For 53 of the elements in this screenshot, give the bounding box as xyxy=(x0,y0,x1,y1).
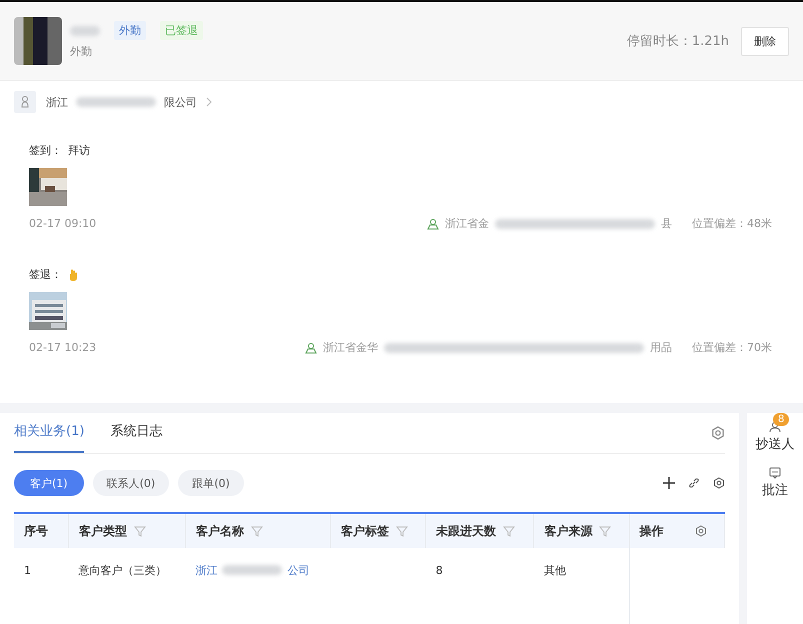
duration-text: 停留时长：1.21h xyxy=(626,33,729,50)
settings-icon xyxy=(713,477,725,489)
table-cell: 8 xyxy=(426,548,534,592)
address-text: 县 xyxy=(661,216,672,231)
settings-icon xyxy=(694,525,707,537)
deviation-text: 位置偏差：70米 xyxy=(692,340,772,355)
time-text: 02-17 09:10 xyxy=(29,217,96,230)
comment-icon xyxy=(769,467,781,479)
person-icon xyxy=(769,421,781,433)
settings-icon xyxy=(711,426,725,440)
column-header: 客户来源 xyxy=(534,513,630,548)
plus-icon xyxy=(663,477,675,489)
cc-label[interactable]: 抄送人 xyxy=(756,435,794,453)
count-badge: 8 xyxy=(773,413,790,426)
tab[interactable]: 系统日志 xyxy=(110,413,162,453)
tab[interactable]: 相关业务(1) xyxy=(14,413,84,453)
filter-chip[interactable]: 客户(1) xyxy=(14,470,84,496)
comment-label[interactable]: 批注 xyxy=(762,481,788,499)
column-header: 未跟进天数 xyxy=(426,513,534,548)
table-cell: 其他 xyxy=(534,548,630,592)
record-note: 拜访 xyxy=(68,143,90,158)
redaction-block xyxy=(70,26,100,36)
record-label: 签到： xyxy=(29,143,62,158)
redaction-block xyxy=(222,565,282,575)
role-text: 外勤 xyxy=(70,44,93,59)
customer-link[interactable]: 公司 xyxy=(287,562,310,578)
avatar xyxy=(14,17,62,65)
time-text: 02-17 10:23 xyxy=(29,341,96,354)
location-icon xyxy=(427,218,439,230)
filter-chip[interactable]: 联系人(0) xyxy=(92,470,170,496)
address-text: 浙江省金 xyxy=(445,216,489,231)
address-text: 浙江省金华 xyxy=(323,340,378,355)
table-cell: 意向客户（三类） xyxy=(68,548,186,592)
column-header: 客户名称 xyxy=(185,513,330,548)
deviation-text: 位置偏差：48米 xyxy=(692,216,772,231)
chevron-right-icon xyxy=(205,97,213,107)
record-label: 签退： xyxy=(29,267,62,282)
location-icon xyxy=(305,342,317,354)
company-name: 限公司 xyxy=(164,94,197,110)
column-header: 客户类型 xyxy=(68,513,186,548)
table-cell: 1 xyxy=(14,548,68,592)
column-header: 客户标签 xyxy=(330,513,426,548)
company-name: 浙江 xyxy=(46,94,68,110)
status-tag: 已签退 xyxy=(160,21,203,40)
status-tag: 外勤 xyxy=(114,21,146,40)
customer-link[interactable]: 浙江 xyxy=(195,562,218,578)
person-icon xyxy=(14,91,36,113)
link-icon xyxy=(688,477,700,489)
column-header: 序号 xyxy=(14,513,68,548)
address-text: 用品 xyxy=(650,340,672,355)
column-header: 操作 xyxy=(629,513,724,548)
delete-button[interactable]: 删除 xyxy=(741,26,789,56)
filter-chip[interactable]: 跟单(0) xyxy=(178,470,244,496)
